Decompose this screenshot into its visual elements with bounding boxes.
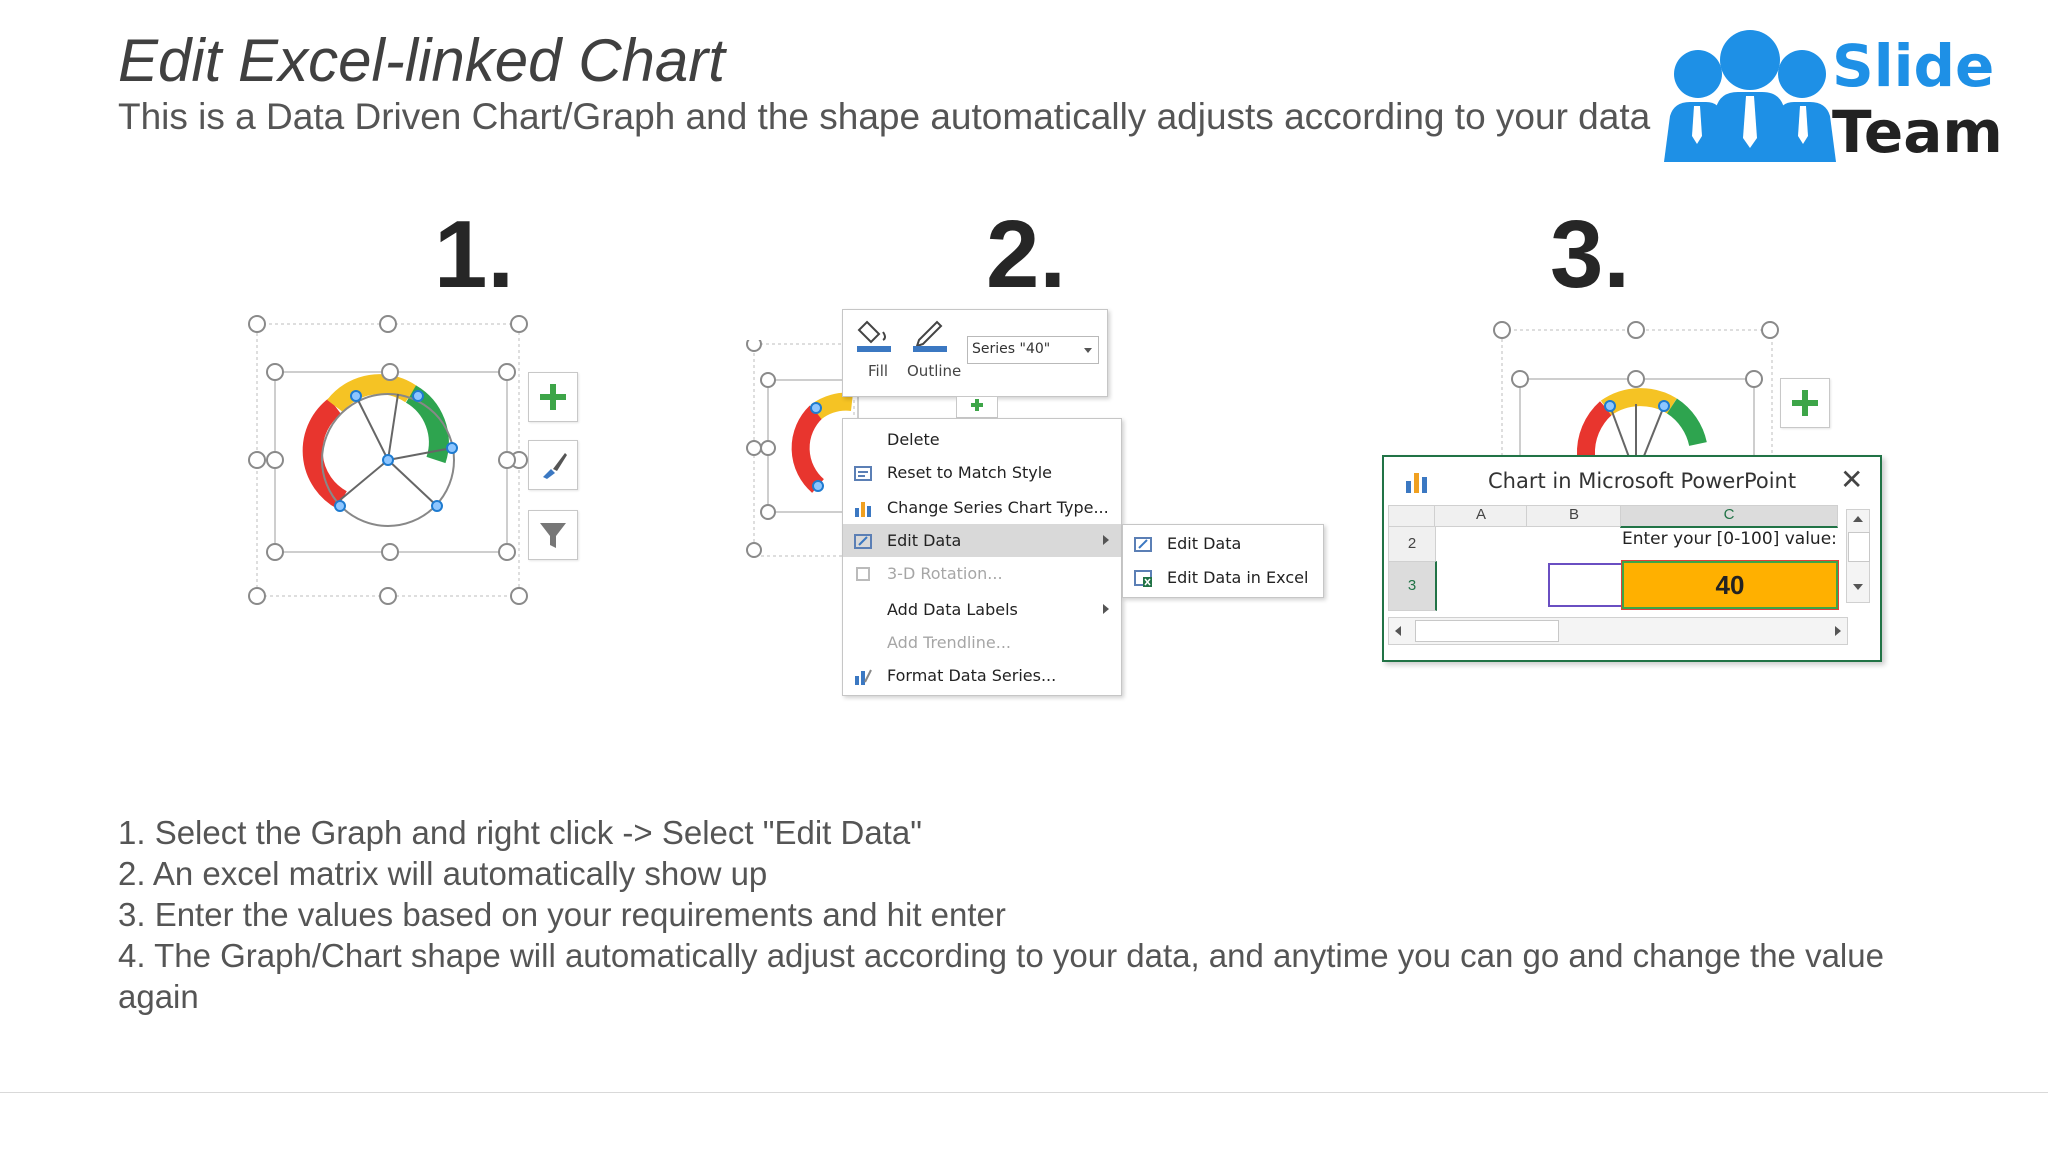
people-icon xyxy=(1664,30,1836,162)
value-prompt-cell[interactable]: Enter your [0-100] value: xyxy=(1622,529,1837,549)
instructions-list: 1. Select the Graph and right click -> S… xyxy=(118,812,1998,1017)
scroll-left-icon[interactable] xyxy=(1395,626,1401,636)
menu-item-label: Add Trendline... xyxy=(887,633,1011,652)
slide-subtitle: This is a Data Driven Chart/Graph and th… xyxy=(118,96,1651,137)
instruction-line: 4. The Graph/Chart shape will automatica… xyxy=(118,937,1884,974)
paint-bucket-icon xyxy=(857,320,891,352)
spreadsheet-grid[interactable]: A B C 2 3 Enter your [0-100] value: 40 xyxy=(1388,505,1870,611)
context-menu: Delete Reset to Match Style Change Serie… xyxy=(842,418,1122,696)
scroll-up-icon[interactable] xyxy=(1853,516,1863,522)
excel-window-title: Chart in Microsoft PowerPoint xyxy=(1488,469,1797,493)
chevron-down-icon xyxy=(1084,348,1092,353)
logo-team-text: Team xyxy=(1832,98,2003,166)
submenu-item-edit-in-excel[interactable]: Edit Data in Excel xyxy=(1123,561,1323,594)
instruction-line: 2. An excel matrix will automatically sh… xyxy=(118,855,768,892)
instruction-line: again xyxy=(118,978,199,1015)
menu-item-reset-style[interactable]: Reset to Match Style xyxy=(843,456,1121,489)
column-header-c[interactable]: C xyxy=(1620,505,1838,528)
brush-icon xyxy=(543,453,567,479)
scroll-down-icon[interactable] xyxy=(1853,584,1863,590)
menu-item-edit-data[interactable]: Edit Data xyxy=(843,524,1121,557)
submenu-arrow-icon xyxy=(1103,604,1109,614)
menu-item-3d-rotation[interactable]: 3-D Rotation... xyxy=(843,557,1121,590)
menu-item-label: Add Data Labels xyxy=(887,600,1018,619)
fill-button[interactable]: Fill xyxy=(853,316,899,386)
row-header-3[interactable]: 3 xyxy=(1388,561,1437,611)
filter-icon xyxy=(540,523,566,548)
step-number-3: 3. xyxy=(1550,201,1631,308)
step-number-2: 2. xyxy=(986,201,1067,308)
cell-b3[interactable] xyxy=(1548,563,1624,607)
step3-chart-elements-button[interactable] xyxy=(1780,378,1830,428)
vertical-scrollbar[interactable] xyxy=(1846,509,1870,603)
menu-item-label: Edit Data xyxy=(887,531,962,550)
logo-slide-text: Slide xyxy=(1832,32,1995,100)
instruction-line: 3. Enter the values based on your requir… xyxy=(118,896,1006,933)
outline-button[interactable]: Outline xyxy=(907,316,967,386)
scroll-right-icon[interactable] xyxy=(1835,626,1841,636)
menu-item-add-trendline[interactable]: Add Trendline... xyxy=(843,626,1121,659)
format-mini-toolbar: Fill Outline Series "40" xyxy=(842,309,1108,397)
value-input-cell[interactable]: 40 xyxy=(1622,561,1838,609)
menu-item-add-data-labels[interactable]: Add Data Labels xyxy=(843,593,1121,626)
outline-label: Outline xyxy=(907,362,962,380)
horizontal-scrollbar[interactable] xyxy=(1388,617,1848,645)
plus-icon xyxy=(971,399,983,411)
column-header-b[interactable]: B xyxy=(1526,505,1622,527)
select-all-corner[interactable] xyxy=(1388,505,1436,527)
plus-icon xyxy=(540,384,566,410)
menu-item-delete[interactable]: Delete xyxy=(843,423,1121,456)
reset-style-icon xyxy=(854,466,872,481)
series-selected-value: Series "40" xyxy=(972,341,1051,357)
column-header-a[interactable]: A xyxy=(1434,505,1528,527)
plus-icon xyxy=(1792,390,1818,416)
menu-item-format-data-series[interactable]: Format Data Series... xyxy=(843,659,1121,692)
pen-outline-icon xyxy=(913,320,947,352)
close-icon[interactable]: ✕ xyxy=(1840,463,1863,496)
format-series-icon xyxy=(855,669,872,685)
fill-label: Fill xyxy=(868,362,889,380)
step2-chart-elements-button[interactable] xyxy=(956,396,998,418)
chart-type-icon xyxy=(855,502,871,517)
row-header-2[interactable]: 2 xyxy=(1388,526,1436,562)
menu-item-label: 3-D Rotation... xyxy=(887,564,1003,583)
edit-data-icon xyxy=(1134,537,1152,552)
submenu-item-label: Edit Data xyxy=(1167,534,1242,553)
menu-item-label: Change Series Chart Type... xyxy=(887,498,1109,517)
chart-elements-button[interactable] xyxy=(528,372,578,422)
submenu-item-edit-data[interactable]: Edit Data xyxy=(1123,527,1323,560)
instruction-line: 1. Select the Graph and right click -> S… xyxy=(118,814,922,851)
step-number-1: 1. xyxy=(434,201,515,308)
edit-data-icon xyxy=(854,534,872,549)
excel-window: Chart in Microsoft PowerPoint ✕ A B C 2 … xyxy=(1382,455,1882,662)
series-selector-dropdown[interactable]: Series "40" xyxy=(967,336,1099,364)
chart-filters-button[interactable] xyxy=(528,510,578,560)
submenu-arrow-icon xyxy=(1103,535,1109,545)
menu-item-label: Format Data Series... xyxy=(887,666,1057,685)
submenu-item-label: Edit Data in Excel xyxy=(1167,568,1309,587)
excel-icon xyxy=(1134,570,1152,587)
slide-title: Edit Excel-linked Chart xyxy=(118,27,725,94)
horizontal-scroll-thumb[interactable] xyxy=(1415,620,1559,642)
chart-icon xyxy=(1406,473,1427,493)
menu-item-label: Delete xyxy=(887,430,940,449)
rotation-icon xyxy=(856,567,870,581)
vertical-scroll-thumb[interactable] xyxy=(1848,532,1870,562)
menu-item-change-chart-type[interactable]: Change Series Chart Type... xyxy=(843,491,1121,524)
chart-styles-button[interactable] xyxy=(528,440,578,490)
slideteam-logo: Slide Team xyxy=(1660,28,2018,168)
menu-item-label: Reset to Match Style xyxy=(887,463,1053,482)
footer-divider xyxy=(0,1092,2048,1093)
edit-data-submenu: Edit Data Edit Data in Excel xyxy=(1122,524,1324,598)
